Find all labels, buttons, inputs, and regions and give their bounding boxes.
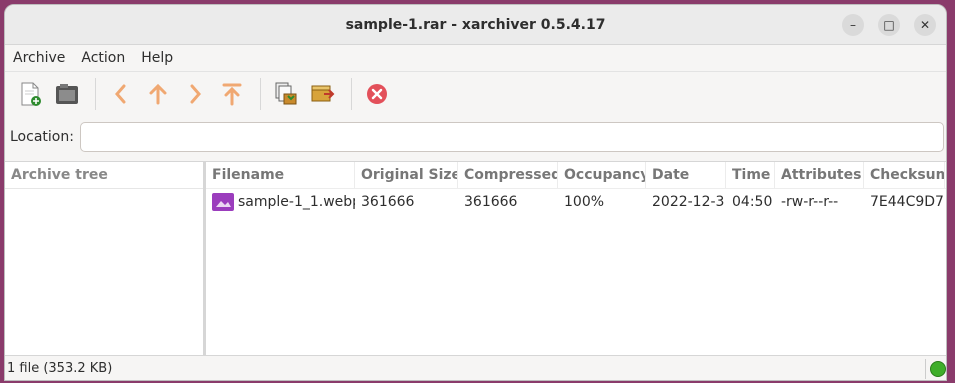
close-icon[interactable]: ✕ [914,14,936,36]
forward-icon[interactable] [180,79,210,109]
column-date[interactable]: Date [646,162,726,188]
cell-compressed: 361666 [464,194,518,210]
menu-help[interactable]: Help [141,50,173,66]
add-icon[interactable] [308,79,338,109]
status-indicator-icon [930,360,946,377]
minimize-icon[interactable]: – [842,14,864,36]
cell-occupancy: 100% [564,194,605,210]
location-bar: Location: [5,116,946,158]
column-filename[interactable]: Filename [206,162,355,188]
column-occupancy[interactable]: Occupancy [558,162,646,188]
home-icon[interactable] [217,79,247,109]
cell-attributes: -rw-r--r-- [781,194,839,210]
column-checksum[interactable]: Checksum [864,162,945,188]
toolbar-separator [260,78,261,110]
up-icon[interactable] [143,79,173,109]
archive-tree-header: Archive tree [5,162,203,189]
archive-tree-pane[interactable]: Archive tree [5,162,206,356]
menu-bar: Archive Action Help [5,45,946,71]
cell-date: 2022-12-31 [652,194,726,210]
file-list[interactable]: Filename Original Size Compressed Occupa… [206,162,946,356]
file-name: sample-1_1.webp [238,194,355,210]
toolbar-separator [95,78,96,110]
column-time[interactable]: Time [726,162,775,188]
column-attributes[interactable]: Attributes [775,162,864,188]
cell-time: 04:50 [732,194,773,210]
toolbar-separator [351,78,352,110]
cancel-icon[interactable] [362,79,392,109]
new-archive-icon[interactable] [15,79,45,109]
cell-original-size: 361666 [361,194,415,210]
back-icon[interactable] [106,79,136,109]
image-file-icon [212,193,234,211]
toolbar [5,71,946,116]
column-original-size[interactable]: Original Size [355,162,458,188]
location-input[interactable] [79,122,944,152]
status-bar: 1 file (353.2 KB) [5,355,946,380]
maximize-icon[interactable]: □ [878,14,900,36]
main-panes: Archive tree Filename Original Size Comp… [5,161,946,356]
cell-checksum: 7E44C9D7 [870,194,944,210]
menu-archive[interactable]: Archive [13,50,65,66]
open-archive-icon[interactable] [52,79,82,109]
column-headers: Filename Original Size Compressed Occupa… [206,162,946,189]
location-label: Location: [10,129,74,145]
column-compressed[interactable]: Compressed [458,162,558,188]
title-bar[interactable]: sample-1.rar - xarchiver 0.5.4.17 – □ ✕ [5,5,946,45]
window-title: sample-1.rar - xarchiver 0.5.4.17 [345,17,606,33]
cell-filename: sample-1_1.webp [206,190,355,214]
app-window: sample-1.rar - xarchiver 0.5.4.17 – □ ✕ … [4,4,947,381]
status-text: 1 file (353.2 KB) [5,358,926,379]
table-row[interactable]: sample-1_1.webp 361666 361666 100% 2022-… [206,190,946,214]
extract-icon[interactable] [271,79,301,109]
menu-action[interactable]: Action [81,50,125,66]
